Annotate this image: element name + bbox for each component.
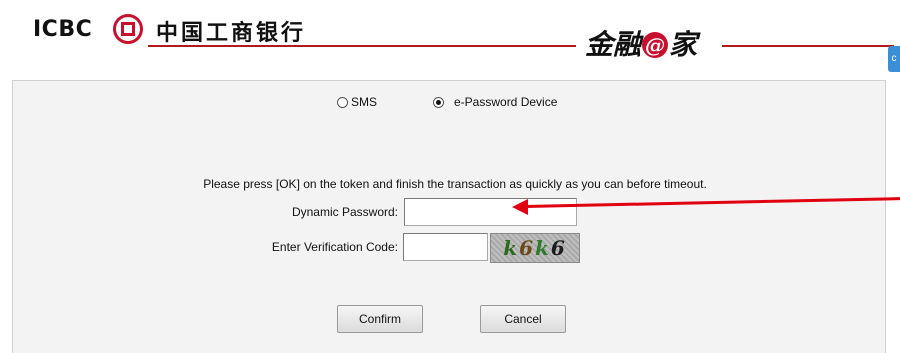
icbc-logo-text: ICBC bbox=[33, 17, 93, 42]
captcha-char-2: 6 bbox=[519, 236, 535, 260]
header-divider-right bbox=[722, 45, 894, 47]
radio-option-sms[interactable]: SMS bbox=[337, 95, 377, 109]
epassword-radio-icon[interactable] bbox=[433, 96, 444, 108]
confirm-button[interactable]: Confirm bbox=[337, 305, 423, 333]
slogan-post: 家 bbox=[669, 28, 698, 61]
side-tab[interactable]: c bbox=[888, 46, 900, 72]
dynamic-password-input[interactable] bbox=[404, 198, 577, 226]
cancel-button[interactable]: Cancel bbox=[480, 305, 566, 333]
captcha-char-1: k bbox=[503, 236, 520, 260]
verification-code-label: Enter Verification Code: bbox=[271, 240, 398, 254]
slogan-pre: 金融 bbox=[585, 28, 642, 61]
icbc-seal-icon bbox=[113, 14, 143, 44]
sms-radio-icon[interactable] bbox=[337, 96, 348, 108]
auth-method-selector: SMS e-Password Device bbox=[0, 95, 900, 109]
slogan-at-icon: @ bbox=[642, 32, 669, 58]
verification-code-input[interactable] bbox=[403, 233, 488, 261]
captcha-image[interactable]: k 6 k 6 bbox=[490, 233, 580, 263]
instruction-text: Please press [OK] on the token and finis… bbox=[203, 177, 707, 191]
captcha-char-3: k bbox=[535, 236, 551, 260]
epassword-radio-label: e-Password Device bbox=[454, 95, 558, 109]
sms-radio-label: SMS bbox=[351, 95, 378, 109]
radio-option-epassword[interactable]: e-Password Device bbox=[433, 95, 557, 109]
captcha-char-4: 6 bbox=[550, 236, 567, 260]
page-header: ICBC 中国工商银行 金融 @ 家 c bbox=[0, 0, 900, 80]
dynamic-password-label: Dynamic Password: bbox=[291, 205, 398, 219]
bank-name-cn: 中国工商银行 bbox=[156, 21, 307, 46]
slogan: 金融 @ 家 bbox=[585, 23, 697, 63]
annotation-arrow-icon bbox=[512, 199, 528, 215]
header-divider-left bbox=[148, 45, 576, 47]
